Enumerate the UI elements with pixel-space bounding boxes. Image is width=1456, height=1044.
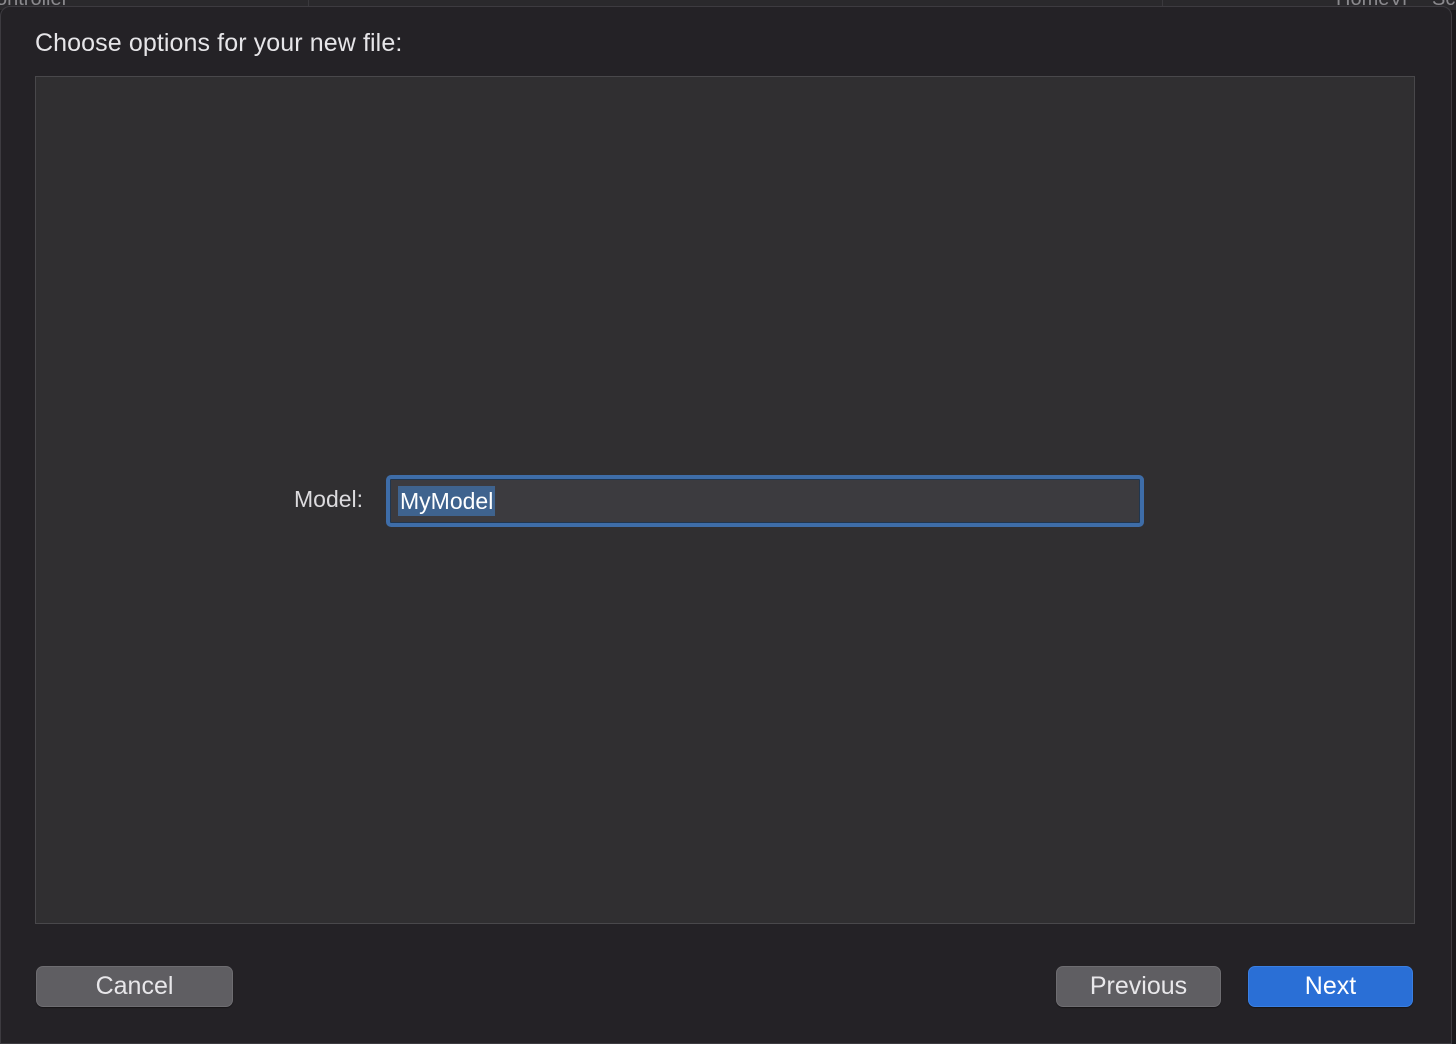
model-field-label: Model: xyxy=(294,486,364,512)
new-file-options-sheet: Choose options for your new file: Model:… xyxy=(0,6,1452,1044)
model-name-value[interactable]: MyModel xyxy=(398,486,496,516)
options-panel: Model: MyModel xyxy=(35,76,1415,924)
previous-button[interactable]: Previous xyxy=(1056,966,1221,1007)
model-name-input[interactable]: MyModel xyxy=(386,475,1144,527)
sheet-title: Choose options for your new file: xyxy=(35,29,403,57)
cancel-button[interactable]: Cancel xyxy=(36,966,233,1007)
next-button[interactable]: Next xyxy=(1248,966,1413,1007)
